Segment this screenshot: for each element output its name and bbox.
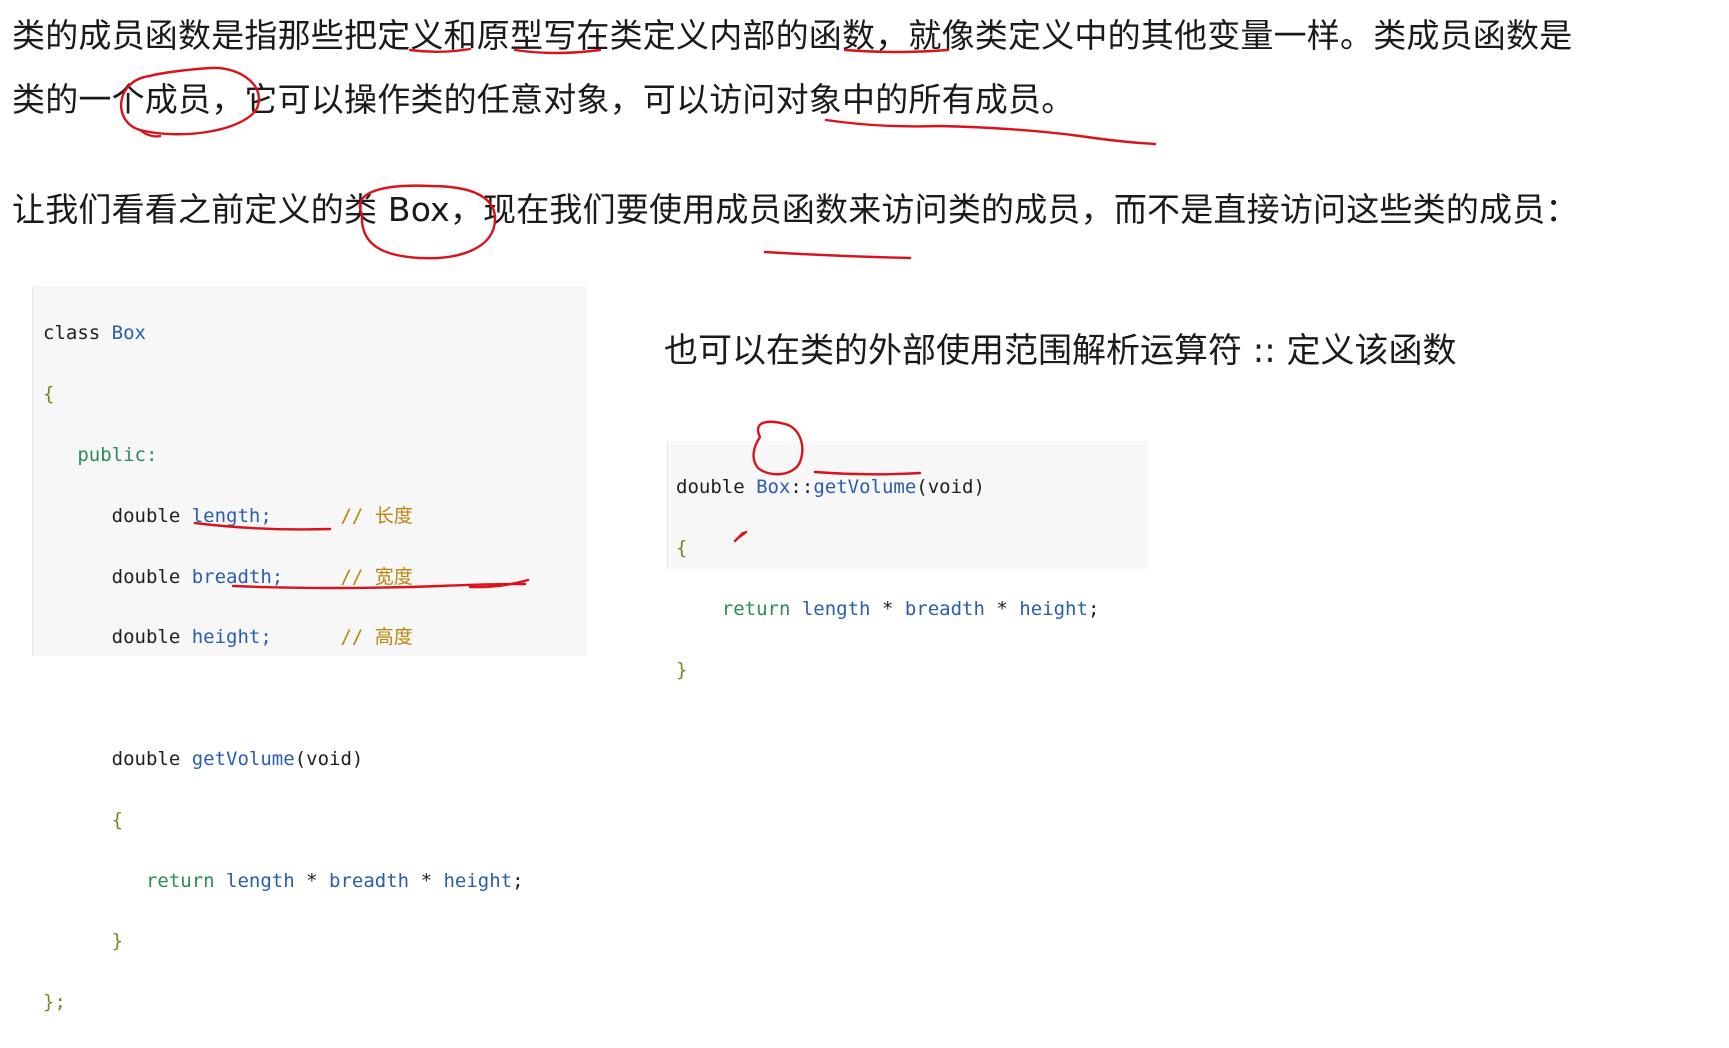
code-line: return length * breadth * height; [43, 866, 587, 896]
brace: }; [43, 991, 66, 1014]
box-intro-paragraph: 让我们看看之前定义的类 Box，现在我们要使用成员函数来访问类的成员，而不是直接… [12, 178, 1579, 242]
code-line: double height; // 高度 [43, 622, 587, 652]
operator: * [420, 869, 433, 892]
intro-line-2: 类的一个成员，它可以操作类的任意对象，可以访问对象中的所有成员。 [12, 80, 1075, 119]
code-line: { [676, 533, 1148, 563]
function-args: (void) [916, 476, 985, 499]
function-code-block: double Box::getVolume(void) { return len… [667, 441, 1148, 681]
code-line: public: [43, 440, 587, 470]
intro-line-1: 类的成员函数是指那些把定义和原型写在类定义内部的函数，就像类定义中的其他变量一样… [12, 16, 1573, 55]
comment: // 高度 [340, 626, 413, 649]
code-line: } [43, 926, 587, 956]
operator: * [881, 598, 894, 620]
comment: // 宽度 [340, 565, 413, 588]
brace: { [111, 808, 124, 831]
code-line: } [676, 655, 1148, 685]
access-specifier: public: [77, 444, 158, 466]
member-name: length; [191, 504, 272, 527]
function-args: (void) [294, 747, 364, 770]
code-line: double getVolume(void) [43, 744, 587, 774]
brace: } [111, 930, 124, 953]
code-line: { [43, 805, 587, 835]
intro-paragraph: 类的成员函数是指那些把定义和原型写在类定义内部的函数，就像类定义中的其他变量一样… [12, 4, 1572, 132]
type: double [111, 626, 181, 649]
operator: * [996, 598, 1008, 620]
brace: { [43, 383, 55, 406]
keyword: class [43, 322, 101, 345]
code-line: double length; // 长度 [43, 501, 587, 531]
code-line: return length * breadth * height; [676, 594, 1148, 624]
box-intro-line: 让我们看看之前定义的类 Box，现在我们要使用成员函数来访问类的成员，而不是直接… [12, 190, 1579, 229]
expr-term: breadth [904, 598, 985, 620]
function-name: getVolume [813, 476, 917, 499]
type: double [676, 476, 745, 499]
expr-term: length [801, 598, 871, 620]
type: double [111, 504, 181, 527]
scope-caption: 也可以在类的外部使用范围解析运算符 :: 定义该函数 [664, 331, 1457, 371]
return-keyword: return [145, 869, 215, 892]
comment: // 长度 [340, 504, 413, 527]
expr-term: height [443, 869, 513, 892]
scope-operator: :: [790, 476, 814, 499]
code-line: double breadth; // 宽度 [43, 562, 587, 592]
expr-term: breadth [329, 869, 410, 892]
brace: } [676, 658, 688, 681]
code-line: }; [43, 987, 587, 1017]
member-name: breadth; [191, 565, 284, 588]
underline-member-function [763, 250, 912, 260]
operator: * [306, 869, 318, 892]
class-scope: Box [756, 476, 791, 499]
semicolon: ; [512, 869, 524, 892]
expr-term: length [226, 869, 295, 892]
return-keyword: return [721, 598, 791, 620]
class-code-block: class Box { public: double length; // 长度… [32, 286, 587, 1013]
expr-term: height [1019, 598, 1088, 620]
member-name: height; [191, 626, 272, 649]
type: double [111, 747, 181, 770]
semicolon: ; [1087, 598, 1100, 620]
class-name: Box [111, 322, 146, 345]
code-line: double Box::getVolume(void) [676, 472, 1148, 502]
brace: { [676, 537, 688, 560]
code-line: { [43, 379, 587, 409]
function-name: getVolume [191, 747, 295, 770]
type: double [111, 565, 181, 588]
code-line: class Box [43, 318, 587, 348]
